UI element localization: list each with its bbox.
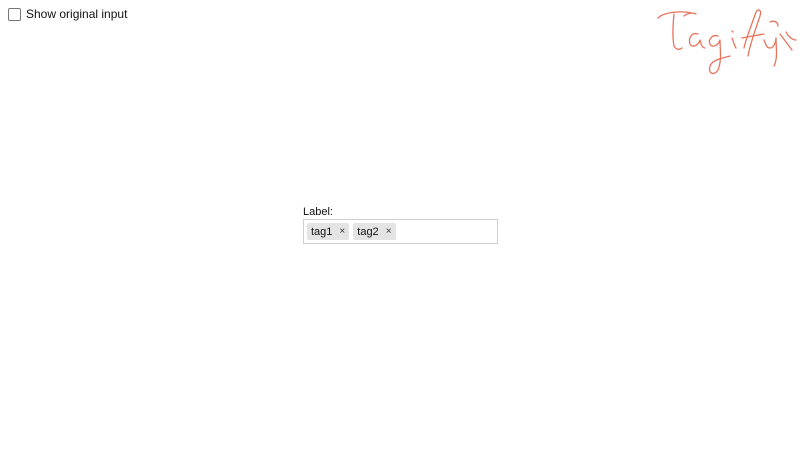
show-original-label: Show original input <box>26 7 128 21</box>
tag-chip[interactable]: tag1 × <box>307 223 350 240</box>
tag-remove-icon[interactable]: × <box>386 226 392 237</box>
tag-text: tag1 <box>311 225 333 238</box>
tagify-logo <box>657 9 797 75</box>
page: Show original input Label: tag1 × tag2 × <box>0 0 800 450</box>
tag-text-input[interactable] <box>399 223 494 240</box>
tags-field: Label: tag1 × tag2 × <box>303 206 498 244</box>
tags-input-box[interactable]: tag1 × tag2 × <box>303 219 498 244</box>
tag-remove-icon[interactable]: × <box>339 226 345 237</box>
show-original-toggle[interactable]: Show original input <box>8 7 127 21</box>
tag-text: tag2 <box>357 225 379 238</box>
tag-chip[interactable]: tag2 × <box>353 223 396 240</box>
field-label: Label: <box>303 206 333 218</box>
show-original-checkbox[interactable] <box>8 7 21 21</box>
